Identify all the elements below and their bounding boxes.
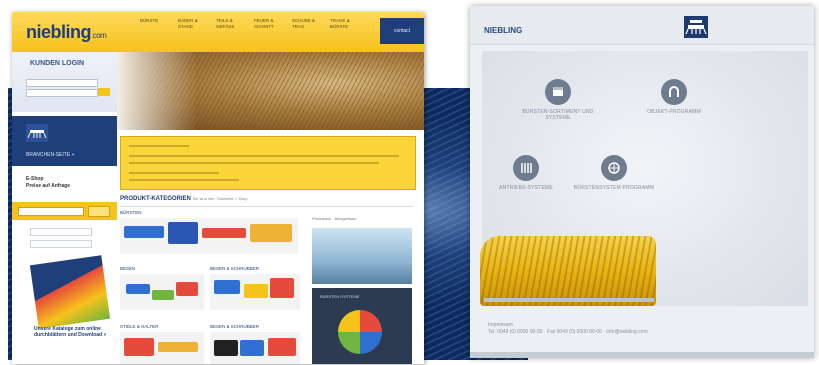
niebling-logo-icon[interactable] [684, 16, 708, 38]
sidebar-text: E-Shop Preise auf Anfrage [26, 176, 70, 190]
search-button[interactable] [88, 206, 110, 217]
hero-brush-image [117, 52, 424, 130]
footer-line-1[interactable]: Impressum [488, 322, 648, 329]
notice-line [129, 145, 189, 147]
right-website-screenshot: NIEBLING BÜRSTEN-SORTIMENT UND SYSTEME O… [470, 6, 814, 358]
product-label-handles[interactable]: STIELE & HALTER [120, 324, 158, 329]
node-label: BÜRSTEN-SORTIMENT UND SYSTEME [522, 109, 594, 121]
nav-item-5[interactable]: SCHUBE & TRAG [292, 18, 324, 30]
nav-item-1[interactable]: BÜRSTE [140, 18, 172, 30]
product-label-brooms[interactable]: BESEN [120, 266, 135, 271]
catalog-thumbnail[interactable] [29, 255, 111, 329]
notice-line [129, 162, 379, 164]
section-title: PRODUKT-KATEGORIEN Sie sind hier: Starts… [120, 196, 248, 202]
nav-item-6[interactable]: TRAGE & BÜRSTE [330, 18, 362, 30]
sidebar-text-2: Preise auf Anfrage [26, 183, 70, 189]
login-button[interactable] [98, 88, 110, 96]
sidebar-text-1[interactable]: E-Shop [26, 176, 70, 183]
nav-item-4[interactable]: FEUER & SCHNITT [254, 18, 286, 30]
notice-line [129, 155, 399, 157]
sidebar-select-2[interactable] [30, 240, 92, 248]
side-photo-title: Produktion - Anlagenbau [312, 216, 356, 221]
divider [120, 206, 414, 207]
node-object-program[interactable]: OBJEKT-PROGRAMM [626, 79, 722, 115]
side-card[interactable]: BÜRSTEN SYSTEME [312, 288, 412, 364]
yellow-notice-box [120, 136, 416, 190]
product-label-brushes[interactable]: BÜRSTEN [120, 210, 142, 215]
brush-logo-icon [26, 124, 48, 147]
sidebar-link[interactable]: BRANCHEN-SEITE » [26, 152, 74, 158]
catalog-label[interactable]: Unsere Kataloge zum online durchblättern… [34, 326, 114, 338]
product-image-handles[interactable] [120, 332, 204, 364]
node-label: BÜRSTENSYSTEM PROGRAMM [573, 185, 655, 191]
password-field[interactable] [26, 89, 98, 97]
node-label: OBJEKT-PROGRAMM [647, 109, 701, 115]
main-website-screenshot: niebling.com BÜRSTE BÄDER & STAND TEILS … [12, 12, 424, 364]
node-drive-systems[interactable]: ANTRIEBS-SYSTEME [478, 155, 574, 191]
product-image-brushes[interactable] [120, 218, 298, 254]
main-nav: BÜRSTE BÄDER & STAND TEILS & GEFÄSS FEUE… [140, 18, 368, 30]
sidebar-blue-box[interactable]: BRANCHEN-SEITE » [12, 116, 117, 166]
section-title-text: PRODUKT-KATEGORIEN [120, 196, 191, 202]
product-image-brooms-scrubbers[interactable] [210, 274, 300, 310]
yellow-roller-brush-image [480, 236, 656, 306]
search-input[interactable] [18, 207, 84, 216]
node-brush-systems[interactable]: BÜRSTEN-SORTIMENT UND SYSTEME [510, 79, 606, 121]
logo-suffix: .com [91, 31, 107, 40]
username-field[interactable] [26, 79, 98, 87]
niebling-logo[interactable]: niebling.com [26, 22, 107, 43]
login-title: KUNDEN LOGIN [30, 60, 85, 67]
breadcrumb: Sie sind hier: Startseite > Shop [192, 196, 248, 201]
roller-icon [513, 155, 539, 181]
brush-head-icon [545, 79, 571, 105]
arch-icon [661, 79, 687, 105]
nav-item-2[interactable]: BÄDER & STAND [178, 18, 210, 30]
contact-button[interactable]: contact [380, 18, 424, 44]
login-panel: KUNDEN LOGIN [12, 52, 117, 112]
nav-item-3[interactable]: TEILS & GEFÄSS [216, 18, 248, 30]
logo-text: niebling [26, 22, 92, 42]
header: niebling.com BÜRSTE BÄDER & STAND TEILS … [12, 12, 424, 52]
notice-line [129, 179, 239, 181]
node-brush-program[interactable]: BÜRSTENSYSTEM PROGRAMM [566, 155, 662, 191]
node-label: ANTRIEBS-SYSTEME [499, 185, 553, 191]
right-bottom-bar [470, 352, 814, 358]
notice-line [129, 172, 219, 174]
side-card-title: BÜRSTEN SYSTEME [320, 294, 360, 299]
sidebar-select-1[interactable] [30, 228, 92, 236]
product-image-brooms[interactable] [120, 274, 204, 310]
production-photo[interactable] [312, 228, 412, 284]
right-brand-text: NIEBLING [484, 26, 523, 35]
right-topbar: NIEBLING [470, 6, 814, 45]
footer-line-2: Tel. 0049 (0) 0000 00-00 · Fax 0049 (0) … [488, 329, 648, 335]
sidebar-search [12, 202, 117, 220]
product-image-brooms-scrubbers-2[interactable] [210, 332, 300, 364]
disc-brush-icon [601, 155, 627, 181]
product-label-brooms-scrubbers[interactable]: BESEN & SCHRUBBER [210, 266, 259, 271]
brush-discs-icon [330, 306, 396, 363]
product-label-brooms-scrubbers-2[interactable]: BESEN & SCHRUBBER [210, 324, 259, 329]
right-footer-text: Impressum Tel. 0049 (0) 0000 00-00 · Fax… [488, 322, 648, 336]
